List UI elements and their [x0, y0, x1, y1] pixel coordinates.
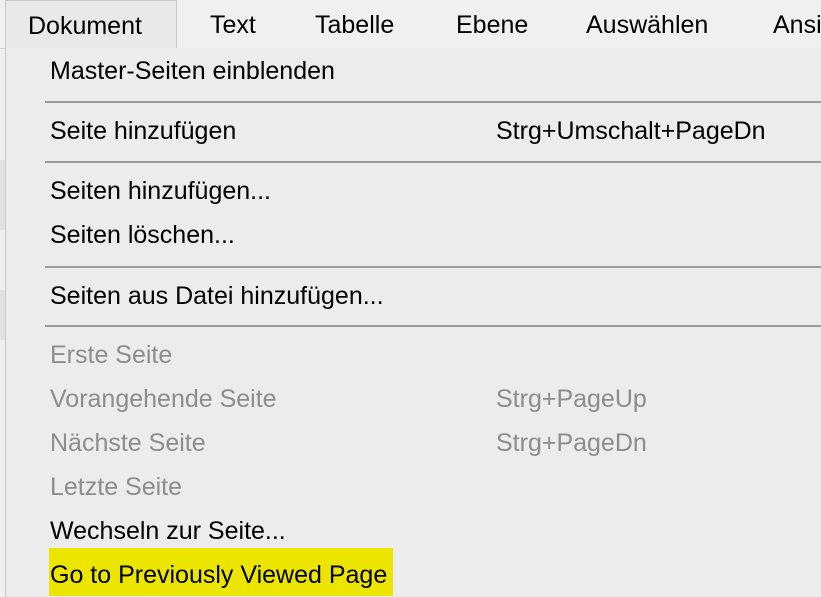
menu-separator: [45, 161, 821, 163]
menu-item-seite-hinzufuegen[interactable]: Seite hinzufügen: [50, 111, 236, 151]
menu-item-seiten-hinzufuegen[interactable]: Seiten hinzufügen...: [50, 171, 271, 211]
shortcut-seite-hinzufuegen: Strg+Umschalt+PageDn: [496, 117, 766, 145]
menu-ebene[interactable]: Ebene: [456, 0, 528, 48]
app-window: Dokument Text Tabelle Ebene Auswählen An…: [0, 0, 821, 597]
menu-item-master-seiten-einblenden[interactable]: Master-Seiten einblenden: [50, 51, 335, 91]
menu-item-letzte-seite: Letzte Seite: [50, 473, 183, 501]
menu-bar: Dokument Text Tabelle Ebene Auswählen An…: [0, 0, 821, 49]
menu-item-erste-seite: Erste Seite: [50, 341, 173, 369]
menu-item-seiten-aus-datei[interactable]: Seiten aus Datei hinzufügen...: [50, 276, 384, 316]
menu-separator: [45, 325, 821, 327]
menu-item-wechseln-zur-seite[interactable]: Wechseln zur Seite...: [50, 511, 286, 551]
menu-item-go-to-previously-viewed-page[interactable]: Go to Previously Viewed Page: [49, 548, 394, 596]
menu-item-vorangehende-seite: Vorangehende Seite: [50, 385, 277, 413]
dokument-dropdown-menu: Master-Seiten einblenden Seite hinzufüge…: [5, 48, 821, 597]
menu-separator: [45, 101, 821, 103]
menu-separator: [45, 266, 821, 268]
menu-item-seiten-loeschen[interactable]: Seiten löschen...: [50, 215, 235, 255]
menu-tabelle[interactable]: Tabelle: [315, 0, 394, 48]
shortcut-naechste-seite: Strg+PageDn: [496, 429, 647, 457]
menu-ansicht[interactable]: Ansi: [773, 0, 821, 48]
menu-text[interactable]: Text: [210, 0, 256, 48]
shortcut-vorangehende-seite: Strg+PageUp: [496, 385, 647, 413]
menu-auswaehlen[interactable]: Auswählen: [586, 0, 708, 48]
menu-item-naechste-seite: Nächste Seite: [50, 429, 206, 457]
menu-dokument[interactable]: Dokument: [5, 0, 177, 49]
